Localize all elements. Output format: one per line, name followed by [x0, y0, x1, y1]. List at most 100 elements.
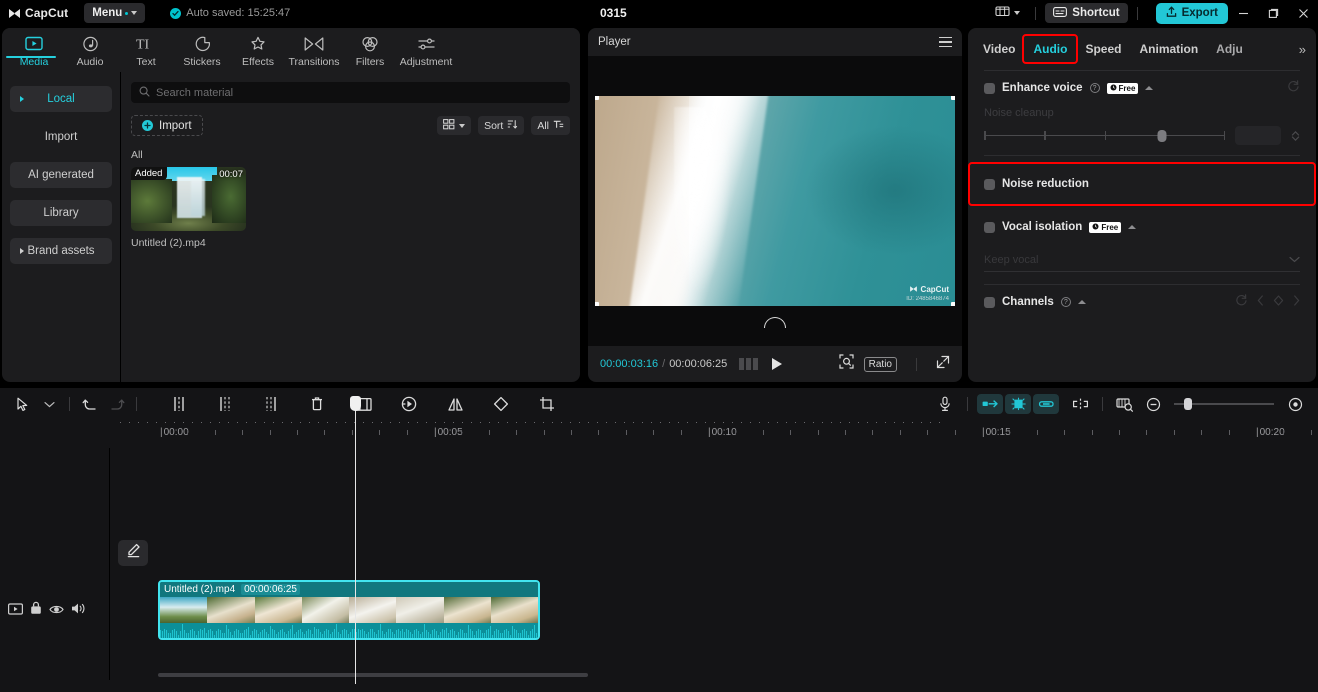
player-menu-icon[interactable] [939, 36, 952, 48]
tab-speed[interactable]: Speed [1076, 36, 1130, 62]
collapse-caret-icon[interactable] [1128, 225, 1137, 229]
timeline-zoom-slider[interactable] [1174, 397, 1274, 411]
add-keyframe-icon[interactable] [1273, 293, 1284, 311]
shortcut-button[interactable]: Shortcut [1045, 3, 1128, 23]
slider-knob[interactable] [1157, 129, 1167, 142]
stepper-icon[interactable] [1291, 130, 1300, 142]
sidebar-item-library[interactable]: Library [10, 200, 112, 226]
channels-header[interactable]: Channels ? [984, 285, 1300, 319]
window-minimize-button[interactable] [1228, 0, 1258, 26]
tab-animation[interactable]: Animation [1130, 36, 1207, 62]
nav-tab-audio[interactable]: Audio [62, 30, 118, 68]
sort-button[interactable]: Sort [478, 116, 525, 135]
eye-visibility-icon[interactable] [49, 602, 64, 620]
cursor-dropdown-icon[interactable] [36, 391, 62, 417]
rotate-icon[interactable] [488, 391, 514, 417]
split-marker-icon[interactable] [1067, 391, 1093, 417]
microphone-icon[interactable] [932, 391, 958, 417]
select-cursor-icon[interactable] [10, 391, 36, 417]
collapse-caret-icon[interactable] [1077, 300, 1086, 304]
mirror-icon[interactable] [442, 391, 468, 417]
nav-tab-filters[interactable]: Filters [342, 30, 398, 68]
keyframe-prev-icon[interactable] [1257, 293, 1264, 311]
ratio-button[interactable]: Ratio [863, 356, 897, 372]
lock-icon[interactable] [30, 601, 42, 620]
timeline-playhead[interactable] [350, 396, 361, 684]
more-tabs-icon[interactable]: » [1299, 42, 1310, 57]
noise-reduction-label: Noise reduction [1002, 178, 1089, 190]
link-icon[interactable] [1033, 394, 1059, 414]
trim-right-icon[interactable] [258, 391, 284, 417]
nav-tab-adjustment[interactable]: Adjustment [398, 30, 454, 68]
video-track-icon[interactable] [8, 602, 24, 620]
filter-button[interactable]: All [531, 116, 570, 135]
frame-step-icon[interactable] [739, 358, 759, 370]
layout-grid-button[interactable] [989, 4, 1026, 22]
sidebar-item-ai-generated[interactable]: AI generated [10, 162, 112, 188]
zoom-out-icon[interactable] [1140, 391, 1166, 417]
zoom-knob[interactable] [1184, 398, 1192, 410]
search-bar[interactable]: Search material [131, 82, 570, 103]
noise-cleanup-slider[interactable] [984, 129, 1225, 143]
vocal-isolation-header[interactable]: Vocal isolation Free [984, 210, 1300, 244]
menu-button[interactable]: Menu [84, 3, 146, 23]
timeline-ruler[interactable]: 00:00 00:05 00:10 00:15 00:20 [0, 420, 1318, 448]
noise-cleanup-value-input[interactable] [1235, 126, 1281, 145]
info-icon[interactable]: ? [1089, 83, 1100, 93]
fullscreen-icon[interactable] [936, 355, 950, 374]
edit-track-button[interactable] [118, 540, 148, 566]
timeline-clip[interactable]: Untitled (2).mp4 00:00:06:25 [158, 580, 540, 640]
nav-tab-effects[interactable]: Effects [230, 30, 286, 68]
zoom-in-icon[interactable] [1282, 391, 1308, 417]
enhance-voice-checkbox[interactable] [984, 82, 995, 94]
resize-handle-tl[interactable] [595, 96, 599, 100]
zoom-fit-icon[interactable] [839, 354, 854, 374]
import-button[interactable]: Import [131, 115, 203, 136]
video-preview[interactable]: CapCut ID: 2485846874 [595, 96, 955, 306]
split-icon[interactable] [166, 391, 192, 417]
undo-icon[interactable] [77, 391, 103, 417]
sidebar-item-brand-assets[interactable]: Brand assets [10, 238, 112, 264]
info-icon[interactable]: ? [1060, 297, 1071, 307]
reset-icon[interactable] [1235, 293, 1248, 311]
nav-tab-media[interactable]: Media [6, 30, 62, 68]
nav-tab-transitions[interactable]: Transitions [286, 30, 342, 68]
speaker-volume-icon[interactable] [71, 602, 86, 620]
media-item[interactable]: Added 00:07 Untitled (2).mp4 [131, 167, 246, 249]
tab-video[interactable]: Video [974, 36, 1024, 62]
auto-keyframe-icon[interactable] [977, 394, 1003, 414]
noise-reduction-header[interactable]: Noise reduction [984, 164, 1300, 204]
speed-icon[interactable] [396, 391, 422, 417]
resize-handle-bl[interactable] [595, 302, 599, 306]
playhead-grip[interactable] [350, 396, 361, 411]
reset-icon[interactable] [1287, 79, 1300, 97]
delete-icon[interactable] [304, 391, 330, 417]
crop-icon[interactable] [534, 391, 560, 417]
channels-checkbox[interactable] [984, 296, 995, 308]
resize-handle-tr[interactable] [951, 96, 955, 100]
preview-scale-icon[interactable] [1112, 391, 1138, 417]
export-button[interactable]: Export [1155, 2, 1228, 24]
trim-left-icon[interactable] [212, 391, 238, 417]
tab-audio[interactable]: Audio [1022, 34, 1079, 64]
resize-handle-br[interactable] [951, 302, 955, 306]
window-close-button[interactable] [1288, 0, 1318, 26]
play-button[interactable] [772, 358, 783, 370]
magnet-snap-icon[interactable] [1005, 394, 1031, 414]
redo-icon[interactable] [103, 391, 129, 417]
view-mode-button[interactable] [437, 116, 472, 135]
keyframe-next-icon[interactable] [1293, 293, 1300, 311]
timeline-horizontal-scrollbar[interactable] [110, 673, 1310, 677]
nav-tab-text[interactable]: TI Text [118, 30, 174, 69]
sidebar-item-local[interactable]: Local [10, 86, 112, 112]
tab-adjust[interactable]: Adju [1207, 36, 1252, 62]
window-maximize-button[interactable] [1258, 0, 1288, 26]
vocal-mode-select[interactable]: Keep vocal [984, 248, 1300, 272]
noise-reduction-checkbox[interactable] [984, 178, 995, 190]
enhance-voice-header[interactable]: Enhance voice ? Free [984, 71, 1300, 105]
vocal-isolation-checkbox[interactable] [984, 221, 995, 233]
rotate-handle-icon[interactable] [764, 317, 786, 328]
sidebar-item-import[interactable]: Import [10, 124, 112, 150]
nav-tab-stickers[interactable]: Stickers [174, 30, 230, 68]
collapse-caret-icon[interactable] [1145, 86, 1154, 90]
